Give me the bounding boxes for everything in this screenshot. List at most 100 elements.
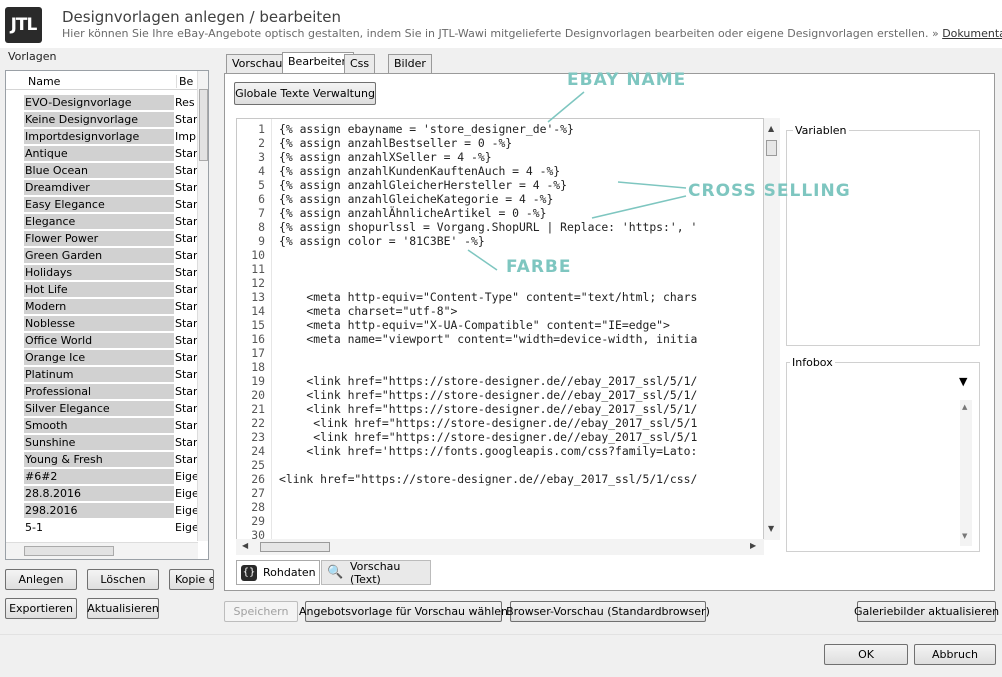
- list-item[interactable]: Smooth Stan: [6, 417, 198, 434]
- line-code: {% assign anzahlGleicheKategorie = 4 -%}: [279, 192, 554, 206]
- code-line: 25: [237, 458, 763, 472]
- tab-images[interactable]: Bilder: [388, 54, 432, 73]
- list-item[interactable]: Orange Ice Stan: [6, 349, 198, 366]
- templates-list[interactable]: Name Be EVO-Designvorlage Res Keine Design…: [5, 70, 209, 560]
- list-item[interactable]: Silver Elegance Stan: [6, 400, 198, 417]
- list-item[interactable]: 28.8.2016 Eige: [6, 485, 198, 502]
- scrollbar-thumb[interactable]: [260, 542, 330, 552]
- column-header-type[interactable]: Be: [176, 75, 198, 88]
- template-type: Stan: [175, 300, 198, 313]
- ok-button[interactable]: OK: [824, 644, 908, 665]
- list-item[interactable]: Importdesignvorlage Imp: [6, 128, 198, 145]
- scroll-down-icon[interactable]: ▼: [768, 524, 774, 533]
- list-item[interactable]: Easy Elegance Stan: [6, 196, 198, 213]
- subtab-preview-label: Vorschau (Text): [350, 559, 401, 586]
- line-number: 11: [251, 262, 265, 276]
- line-number: 8: [258, 220, 265, 234]
- code-line: 1 {% assign ebayname = 'store_designer_de…: [237, 122, 763, 136]
- code-editor[interactable]: 1 {% assign ebayname = 'store_designer_de…: [236, 118, 764, 540]
- line-code: {% assign anzahlXSeller = 4 -%}: [279, 150, 492, 164]
- list-item[interactable]: Modern Stan: [6, 298, 198, 315]
- line-code: <link href="https://store-designer.de//e…: [279, 402, 698, 416]
- line-number: 12: [251, 276, 265, 290]
- list-item[interactable]: Holidays Stan: [6, 264, 198, 281]
- tab-preview[interactable]: Vorschau: [226, 54, 289, 73]
- browser-preview-button[interactable]: Browser-Vorschau (Standardbrowser): [506, 601, 710, 622]
- code-line: 28: [237, 500, 763, 514]
- infobox-label: Infobox: [790, 356, 835, 369]
- dropdown-arrow-icon[interactable]: ▼: [959, 375, 967, 388]
- scroll-left-icon[interactable]: ◀: [242, 541, 248, 550]
- list-item[interactable]: Office World Stan: [6, 332, 198, 349]
- list-item[interactable]: Young & Fresh Stan: [6, 451, 198, 468]
- list-item[interactable]: Dreamdiver Stan: [6, 179, 198, 196]
- line-number: 14: [251, 304, 265, 318]
- scroll-down-icon[interactable]: ▼: [962, 532, 967, 540]
- list-item[interactable]: Hot Life Stan: [6, 281, 198, 298]
- subtab-text-preview[interactable]: 🔍 Vorschau (Text): [321, 559, 431, 586]
- scroll-right-icon[interactable]: ▶: [750, 541, 756, 550]
- list-item[interactable]: Keine Designvorlage Stan: [6, 111, 198, 128]
- list-item[interactable]: Green Garden Stan: [6, 247, 198, 264]
- copy-template-button[interactable]: Kopie e: [169, 569, 214, 590]
- line-code: <link href="https://store-designer.de//e…: [279, 374, 698, 388]
- export-button[interactable]: Exportieren: [5, 598, 77, 619]
- list-item[interactable]: Platinum Stan: [6, 366, 198, 383]
- list-item[interactable]: Flower Power Stan: [6, 230, 198, 247]
- documentation-link[interactable]: Dokumentation: [942, 27, 1002, 40]
- scrollbar-thumb[interactable]: [24, 546, 114, 556]
- list-item[interactable]: Antique Stan: [6, 145, 198, 162]
- template-name: Keine Designvorlage: [24, 112, 174, 127]
- cancel-button[interactable]: Abbruch: [914, 644, 996, 665]
- template-type: Stan: [175, 266, 198, 279]
- line-number: 24: [251, 444, 265, 458]
- editor-horizontal-scrollbar[interactable]: ◀ ▶: [236, 539, 764, 555]
- scroll-up-icon[interactable]: ▲: [768, 124, 774, 133]
- list-item[interactable]: 5-1 Eige: [6, 519, 198, 536]
- choose-offer-template-button[interactable]: Angebotsvorlage für Vorschau wählen: [299, 601, 508, 622]
- line-number: 16: [251, 332, 265, 346]
- list-item[interactable]: Sunshine Stan: [6, 434, 198, 451]
- tab-css[interactable]: Css: [344, 54, 376, 73]
- template-name: Silver Elegance: [24, 401, 174, 416]
- code-lines: 1 {% assign ebayname = 'store_designer_de…: [237, 122, 763, 539]
- code-line: 9 {% assign color = '81C3BE' -%}: [237, 234, 763, 248]
- template-name: 5-1: [25, 521, 43, 534]
- list-item[interactable]: 298.2016 Eige: [6, 502, 198, 519]
- line-number: 17: [251, 346, 265, 360]
- line-number: 9: [258, 234, 265, 248]
- template-type: Stan: [175, 436, 198, 449]
- annotation-cross-selling: CROSS SELLING: [688, 181, 851, 201]
- list-vertical-scrollbar[interactable]: [197, 71, 208, 541]
- template-name: Young & Fresh: [24, 452, 174, 467]
- scrollbar-thumb[interactable]: [199, 89, 208, 161]
- list-item[interactable]: Elegance Stan: [6, 213, 198, 230]
- list-item[interactable]: #6#2 Eige: [6, 468, 198, 485]
- add-template-button[interactable]: Anlegen: [5, 569, 77, 590]
- template-type: Stan: [175, 453, 198, 466]
- delete-template-button[interactable]: Löschen: [87, 569, 159, 590]
- template-name: Antique: [24, 146, 174, 161]
- list-horizontal-scrollbar[interactable]: [6, 542, 198, 559]
- list-item[interactable]: EVO-Designvorlage Res: [6, 94, 198, 111]
- code-line: 8 {% assign shopurlssl = Vorgang.ShopURL …: [237, 220, 763, 234]
- code-line: 3 {% assign anzahlXSeller = 4 -%}: [237, 150, 763, 164]
- list-item[interactable]: Noblesse Stan: [6, 315, 198, 332]
- list-item[interactable]: Professional Stan: [6, 383, 198, 400]
- template-type: Stan: [175, 249, 198, 262]
- magnifier-icon: 🔍: [327, 565, 344, 580]
- column-header-name[interactable]: Name: [28, 75, 60, 88]
- refresh-button[interactable]: Aktualisieren: [87, 598, 159, 619]
- template-name: Dreamdiver: [24, 180, 174, 195]
- list-item[interactable]: Blue Ocean Stan: [6, 162, 198, 179]
- subtab-raw-data[interactable]: {} Rohdaten: [236, 560, 320, 585]
- scroll-up-icon[interactable]: ▲: [962, 403, 967, 411]
- scrollbar-thumb[interactable]: [766, 140, 777, 156]
- line-code: {% assign anzahlGleicherHersteller = 4 -…: [279, 178, 568, 192]
- save-button[interactable]: Speichern: [224, 601, 298, 622]
- infobox-scrollbar[interactable]: ▲ ▼: [960, 400, 972, 546]
- refresh-gallery-button[interactable]: Galeriebilder aktualisieren: [854, 601, 999, 622]
- template-type: Stan: [175, 215, 198, 228]
- raw-data-icon: {}: [241, 564, 257, 581]
- global-texts-button[interactable]: Globale Texte Verwaltung: [234, 82, 376, 105]
